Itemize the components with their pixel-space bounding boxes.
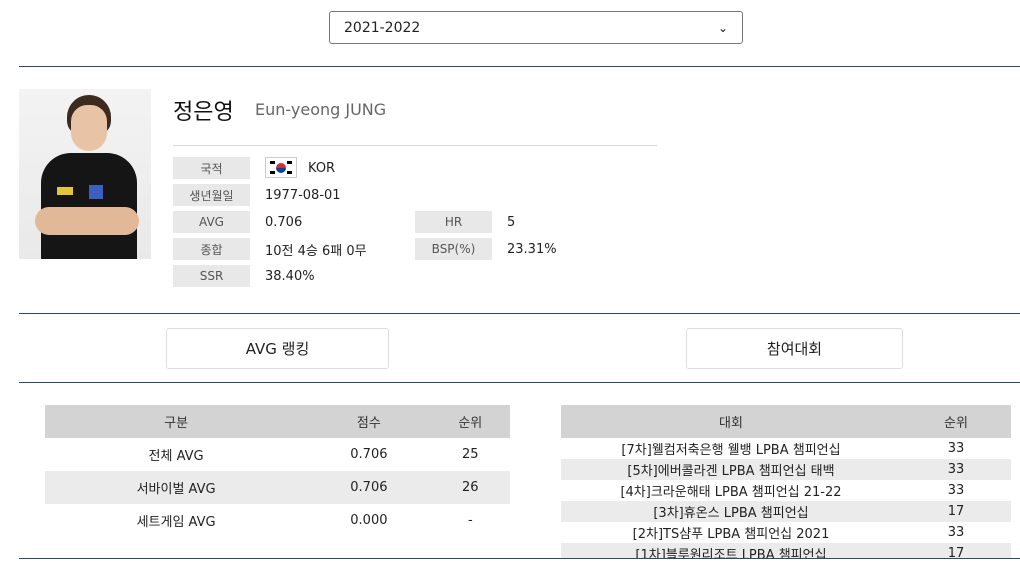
birth-value: 1977-08-01 bbox=[265, 187, 341, 203]
avg-category-cell: 전체 AVG bbox=[148, 449, 204, 464]
bsp-label: BSP(%) bbox=[415, 238, 492, 260]
table-row: [2차]TS샴푸 LPBA 챔피언십 2021 33 bbox=[561, 522, 1011, 543]
avg-rank-cell: 25 bbox=[462, 447, 479, 462]
comp-header-rank: 순위 bbox=[901, 405, 1011, 438]
competitions-scroll-area[interactable]: 대회 순위 [7차]웰컴저축은행 웰뱅 LPBA 챔피언십 33 [5차]에버콜… bbox=[561, 405, 1011, 558]
table-row: [1차]블루원리조트 LPBA 챔피언십 17 bbox=[561, 543, 1011, 558]
avg-header-category: 구분 bbox=[45, 405, 308, 438]
competitions-table: 대회 순위 [7차]웰컴저축은행 웰뱅 LPBA 챔피언십 33 [5차]에버콜… bbox=[561, 405, 1011, 558]
table-row: [3차]휴온스 LPBA 챔피언십 17 bbox=[561, 501, 1011, 522]
record-label: 종합 bbox=[173, 238, 250, 260]
comp-name-cell: [7차]웰컴저축은행 웰뱅 LPBA 챔피언십 bbox=[621, 443, 841, 458]
avg-category-cell: 서바이벌 AVG bbox=[45, 471, 308, 504]
player-name-korean: 정은영 bbox=[173, 100, 234, 125]
player-name-english: Eun-yeong JUNG bbox=[255, 100, 387, 119]
comp-name-cell: [5차]에버콜라겐 LPBA 챔피언십 태백 bbox=[561, 459, 901, 480]
ssr-value: 38.40% bbox=[265, 268, 315, 284]
avg-rank-cell: - bbox=[467, 513, 473, 528]
avg-score-cell: 0.706 bbox=[350, 447, 388, 462]
table-row: 서바이벌 AVG 0.706 26 bbox=[45, 471, 510, 504]
comp-rank-cell: 17 bbox=[901, 543, 1011, 558]
avg-ranking-table: 구분 점수 순위 전체 AVG 0.706 25 서바이벌 AVG 0.706 … bbox=[45, 405, 510, 537]
comp-rank-cell: 17 bbox=[901, 501, 1011, 522]
hr-value: 5 bbox=[507, 214, 516, 230]
comp-rank-cell: 33 bbox=[947, 525, 965, 540]
avg-header-score: 점수 bbox=[307, 405, 431, 438]
avg-rank-cell: 26 bbox=[430, 471, 510, 504]
comp-name-cell: [2차]TS샴푸 LPBA 챔피언십 2021 bbox=[632, 527, 830, 542]
avg-value: 0.706 bbox=[265, 214, 303, 230]
divider-middle bbox=[19, 313, 1020, 314]
comp-name-cell: [1차]블루원리조트 LPBA 챔피언십 bbox=[561, 543, 901, 558]
record-value: 10전 4승 6패 0무 bbox=[265, 243, 367, 259]
table-row: [4차]크라운해태 LPBA 챔피언십 21-22 33 bbox=[561, 480, 1011, 501]
table-row: 전체 AVG 0.706 25 bbox=[45, 438, 510, 471]
table-row: [7차]웰컴저축은행 웰뱅 LPBA 챔피언십 33 bbox=[561, 438, 1011, 459]
tab-avg-ranking[interactable]: AVG 랭킹 bbox=[166, 328, 389, 369]
avg-score-cell: 0.706 bbox=[307, 471, 431, 504]
birth-label: 생년월일 bbox=[173, 184, 250, 206]
avg-header-rank: 순위 bbox=[430, 405, 510, 438]
comp-name-cell: [4차]크라운해태 LPBA 챔피언십 21-22 bbox=[620, 485, 842, 500]
divider-top bbox=[19, 66, 1020, 67]
comp-rank-cell: 33 bbox=[947, 441, 965, 456]
table-row: 세트게임 AVG 0.000 - bbox=[45, 504, 510, 537]
nationality-label: 국적 bbox=[173, 157, 250, 179]
player-photo bbox=[19, 89, 151, 259]
bsp-value: 23.31% bbox=[507, 241, 557, 257]
name-divider bbox=[173, 145, 657, 146]
nationality-value: KOR bbox=[308, 160, 336, 176]
divider-bottom bbox=[19, 558, 1020, 559]
comp-header-name: 대회 bbox=[561, 405, 901, 438]
avg-label: AVG bbox=[173, 211, 250, 233]
hr-label: HR bbox=[415, 211, 492, 233]
season-select-value: 2021-2022 bbox=[344, 19, 421, 36]
table-row: [5차]에버콜라겐 LPBA 챔피언십 태백 33 bbox=[561, 459, 1011, 480]
chevron-down-icon: ⌄ bbox=[717, 20, 728, 35]
ssr-label: SSR bbox=[173, 265, 250, 287]
south-korea-flag-icon bbox=[265, 157, 297, 178]
season-select[interactable]: 2021-2022 ⌄ bbox=[329, 11, 743, 44]
avg-score-cell: 0.000 bbox=[350, 513, 388, 528]
avg-category-cell: 세트게임 AVG bbox=[136, 515, 216, 530]
comp-name-cell: [3차]휴온스 LPBA 챔피언십 bbox=[561, 501, 901, 522]
tab-competitions[interactable]: 참여대회 bbox=[686, 328, 903, 369]
divider-tabs bbox=[19, 382, 1020, 383]
comp-rank-cell: 33 bbox=[901, 459, 1011, 480]
comp-rank-cell: 33 bbox=[947, 483, 965, 498]
